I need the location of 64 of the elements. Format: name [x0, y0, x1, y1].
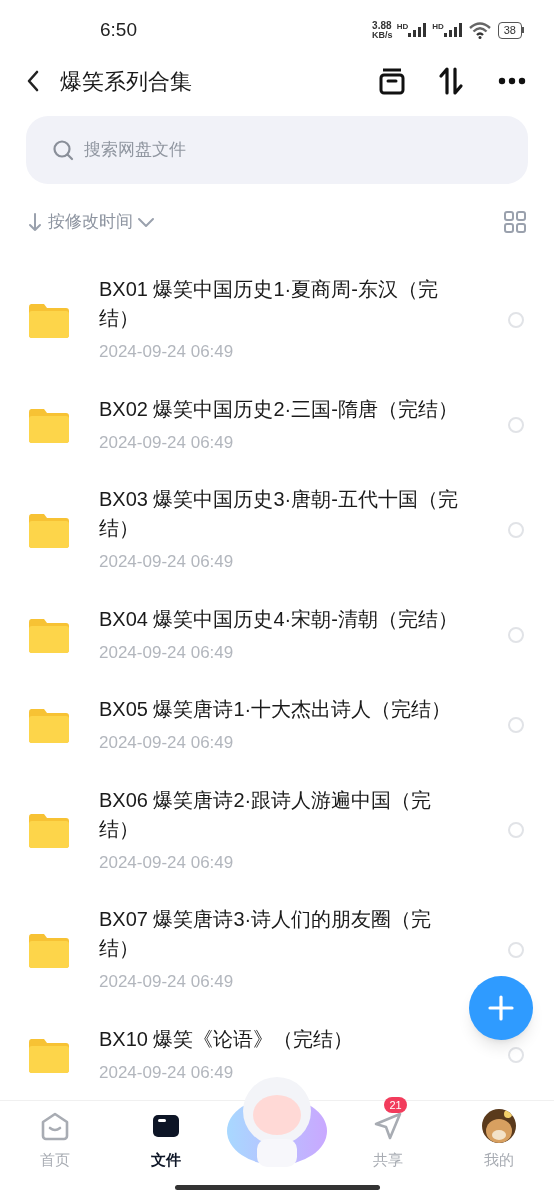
- modified-date: 2024-09-24 06:49: [99, 641, 235, 664]
- modified-date: 2024-09-24 06:49: [99, 851, 235, 874]
- folder-name: BX03 爆笑中国历史3·唐朝-五代十国（完结）: [99, 487, 459, 541]
- folder-icon: [28, 301, 70, 338]
- paper-plane-icon: [372, 1111, 403, 1141]
- folder-row[interactable]: BX06 爆笑唐诗2·跟诗人游遍中国（完结） 2024-09-24 06:49: [0, 770, 554, 890]
- modified-date: 2024-09-24 06:49: [99, 341, 235, 363]
- add-button[interactable]: [469, 976, 533, 1040]
- network-type-label: HD: [396, 23, 409, 31]
- grid-view-icon[interactable]: [504, 211, 526, 233]
- plus-icon: [488, 995, 514, 1021]
- page-title: 爆笑系列合集: [60, 67, 192, 96]
- folder-row[interactable]: BX01 爆笑中国历史1·夏商周-东汉（完结） 2024-09-24 06:49: [0, 260, 554, 380]
- folder-name: BX02 爆笑中国历史2·三国-隋唐（完结）: [99, 396, 459, 422]
- folder-icon: [28, 707, 70, 744]
- search-icon: [52, 139, 74, 161]
- network-speed: 3.88: [372, 20, 393, 31]
- folder-icon: [28, 511, 70, 548]
- home-icon: [40, 1111, 71, 1141]
- wifi-icon: [467, 21, 492, 39]
- folder-icon: [28, 616, 70, 653]
- folder-name: BX10 爆笑《论语》（完结）: [99, 1026, 355, 1052]
- folder-row[interactable]: BX03 爆笑中国历史3·唐朝-五代十国（完结） 2024-09-24 06:49: [0, 470, 554, 590]
- folder-row[interactable]: BX07 爆笑唐诗3·诗人们的朋友圈（完结） 2024-09-24 06:49: [0, 890, 554, 1010]
- modified-date: 2024-09-24 06:49: [99, 732, 235, 754]
- folder-name: BX01 爆笑中国历史1·夏商周-东汉（完结）: [99, 277, 439, 331]
- notification-badge: 21: [384, 1097, 407, 1113]
- select-checkbox[interactable]: [508, 1046, 524, 1063]
- folder-icon: [28, 406, 70, 443]
- more-icon[interactable]: [498, 77, 526, 85]
- down-arrow-icon: [28, 212, 42, 232]
- modified-date: 2024-09-24 06:49: [99, 551, 235, 573]
- folder-icon: [28, 812, 70, 849]
- modified-date: 2024-09-24 06:49: [99, 431, 235, 454]
- folder-row[interactable]: BX02 爆笑中国历史2·三国-隋唐（完结） 2024-09-24 06:49: [0, 379, 554, 470]
- signal-icon: [443, 23, 464, 37]
- modified-date: 2024-09-24 06:49: [99, 971, 235, 993]
- search-field[interactable]: 搜索网盘文件: [26, 116, 528, 184]
- select-checkbox[interactable]: [508, 822, 524, 839]
- chevron-down-icon: [137, 216, 155, 228]
- archive-icon[interactable]: [378, 67, 406, 95]
- folder-name: BX06 爆笑唐诗2·跟诗人游遍中国（完结）: [99, 787, 433, 842]
- select-checkbox[interactable]: [508, 521, 524, 538]
- modified-date: 2024-09-24 06:49: [99, 1061, 235, 1084]
- folder-name: BX07 爆笑唐诗3·诗人们的朋友圈（完结）: [99, 907, 433, 961]
- sort-icon[interactable]: [438, 66, 464, 96]
- clock-time: 6:50: [100, 17, 137, 42]
- folder-row[interactable]: BX05 爆笑唐诗1·十大杰出诗人（完结） 2024-09-24 06:49: [0, 680, 554, 771]
- network-speed-unit: KB/s: [372, 30, 393, 40]
- folder-icon: [152, 1114, 181, 1138]
- folder-icon: [28, 931, 70, 968]
- select-checkbox[interactable]: [508, 717, 524, 734]
- nav-tab[interactable]: 文件: [110, 1101, 222, 1200]
- select-checkbox[interactable]: [508, 311, 524, 328]
- select-checkbox[interactable]: [508, 626, 524, 643]
- folder-icon: [28, 1036, 70, 1073]
- folder-row[interactable]: BX10 爆笑《论语》（完结） 2024-09-24 06:49: [0, 1009, 554, 1100]
- signal-icon: [408, 23, 429, 37]
- select-checkbox[interactable]: [508, 941, 524, 958]
- network-type-label: HD: [432, 23, 444, 31]
- select-checkbox[interactable]: [508, 416, 524, 433]
- folder-name: BX05 爆笑唐诗1·十大杰出诗人（完结）: [99, 697, 453, 722]
- folder-row[interactable]: BX04 爆笑中国历史4·宋朝-清朝（完结） 2024-09-24 06:49: [0, 589, 554, 680]
- folder-name: BX04 爆笑中国历史4·宋朝-清朝（完结）: [99, 606, 459, 632]
